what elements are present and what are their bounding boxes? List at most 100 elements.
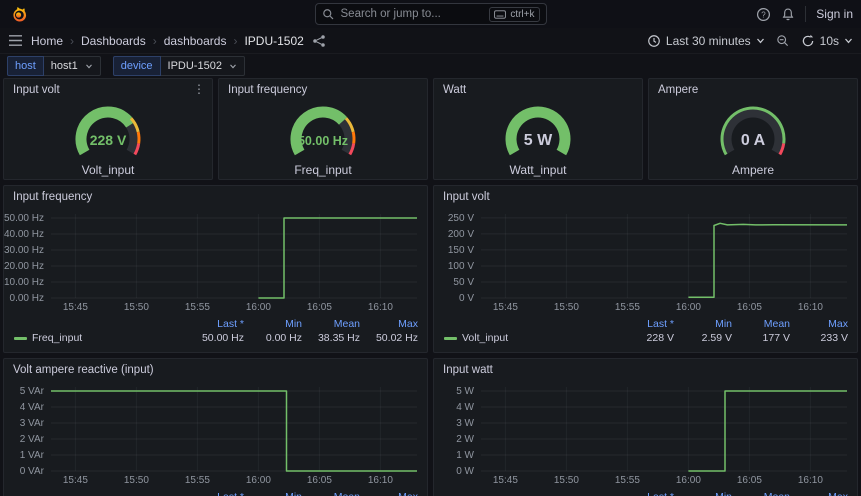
legend-header-min[interactable]: Min <box>244 318 302 330</box>
legend-header-last[interactable]: Last * <box>186 318 244 330</box>
panel-input-volt-gauge: Input volt ⋮ 228 V Volt_input <box>3 78 213 180</box>
svg-text:?: ? <box>762 10 767 19</box>
gauge-field-label: Freq_input <box>294 162 352 177</box>
series-color-swatch <box>444 336 457 340</box>
panel-title[interactable]: Input frequency <box>13 191 92 203</box>
panel-title[interactable]: Ampere <box>658 84 698 96</box>
panel-title[interactable]: Input watt <box>443 364 493 376</box>
refresh-icon <box>802 34 813 46</box>
legend-series-toggle[interactable]: Freq_input <box>14 332 186 344</box>
svg-text:15:55: 15:55 <box>615 302 640 313</box>
search-icon <box>322 8 333 19</box>
breadcrumb-dashboards[interactable]: Dashboards <box>81 34 146 48</box>
keyboard-icon <box>494 9 507 19</box>
svg-text:16:00: 16:00 <box>676 302 701 313</box>
svg-text:5 VAr: 5 VAr <box>20 386 45 397</box>
legend-header-mean[interactable]: Mean <box>732 318 790 330</box>
refresh-interval-label: 10s <box>819 33 839 48</box>
notifications-button[interactable] <box>781 7 795 22</box>
legend-header-mean[interactable]: Mean <box>302 318 360 330</box>
series-color-swatch <box>14 336 27 340</box>
search-shortcut-chip: ctrl+k <box>489 6 540 22</box>
legend-header-max[interactable]: Max <box>360 318 418 330</box>
mega-menu-button[interactable] <box>8 34 23 47</box>
series-name: Volt_input <box>462 332 509 344</box>
chevron-down-icon <box>230 63 236 68</box>
panel-menu-icon[interactable]: ⋮ <box>193 82 205 96</box>
svg-text:16:05: 16:05 <box>737 475 762 486</box>
legend-header-max[interactable]: Max <box>790 491 848 496</box>
svg-text:16:00: 16:00 <box>246 302 271 313</box>
zoom-out-button[interactable] <box>776 34 790 48</box>
panel-title[interactable]: Volt ampere reactive (input) <box>13 364 154 376</box>
dashboard-grid: Input volt ⋮ 228 V Volt_input Input freq… <box>0 78 861 496</box>
sign-in-link[interactable]: Sign in <box>816 7 853 21</box>
legend: Last * Min Mean Max Freq_input 50.00 Hz … <box>4 314 427 345</box>
legend: Last * Min Mean Max Volt_input 228 V 2.5… <box>434 314 857 345</box>
legend-header-mean[interactable]: Mean <box>732 491 790 496</box>
svg-text:5 W: 5 W <box>456 386 474 397</box>
refresh-picker[interactable]: 10s <box>801 34 853 48</box>
breadcrumb-home[interactable]: Home <box>31 34 63 48</box>
legend-header-min[interactable]: Min <box>244 491 302 496</box>
share-dashboard-button[interactable] <box>312 34 326 48</box>
legend: Last * Min Mean Max <box>4 487 427 496</box>
variable-device-label: device <box>112 56 161 76</box>
grafana-logo[interactable] <box>8 4 28 24</box>
svg-text:20.00 Hz: 20.00 Hz <box>4 261 44 272</box>
legend-series-row: Freq_input 50.00 Hz 0.00 Hz 38.35 Hz 50.… <box>14 331 418 345</box>
legend-header-row: Last * Min Mean Max <box>444 490 848 496</box>
bell-icon <box>782 8 794 20</box>
grafana-app: Search or jump to... ctrl+k ? Sign in Ho… <box>0 0 861 496</box>
gauge-field-label: Watt_input <box>509 162 567 177</box>
variable-host-dropdown[interactable]: host1 <box>43 56 101 76</box>
legend-header-last[interactable]: Last * <box>186 491 244 496</box>
svg-text:1 W: 1 W <box>456 450 474 461</box>
variable-device-dropdown[interactable]: IPDU-1502 <box>160 56 245 76</box>
svg-text:15:45: 15:45 <box>493 475 518 486</box>
svg-text:16:10: 16:10 <box>368 475 393 486</box>
svg-text:3 VAr: 3 VAr <box>20 418 45 429</box>
svg-text:15:50: 15:50 <box>124 475 149 486</box>
svg-text:15:55: 15:55 <box>615 475 640 486</box>
legend-header-max[interactable]: Max <box>790 318 848 330</box>
breadcrumb-folder[interactable]: dashboards <box>164 34 227 48</box>
legend-header-last[interactable]: Last * <box>616 491 674 496</box>
panel-input-watt-series: Input watt 15:45 15:50 15:55 16:00 16:05 16:1… <box>433 358 858 496</box>
time-range-picker[interactable]: Last 30 minutes <box>647 34 765 48</box>
legend-header-mean[interactable]: Mean <box>302 491 360 496</box>
svg-text:1 VAr: 1 VAr <box>20 450 45 461</box>
stat-max: 50.02 Hz <box>375 332 418 344</box>
svg-text:40.00 Hz: 40.00 Hz <box>4 229 44 240</box>
search-input[interactable]: Search or jump to... ctrl+k <box>314 3 547 25</box>
stat-min: 0.00 Hz <box>265 332 302 344</box>
svg-text:15:50: 15:50 <box>554 302 579 313</box>
search-placeholder: Search or jump to... <box>340 8 441 20</box>
panel-title[interactable]: Input frequency <box>228 84 307 96</box>
panel-title[interactable]: Input volt <box>443 191 490 203</box>
svg-text:16:10: 16:10 <box>368 302 393 313</box>
legend-header-row: Last * Min Mean Max <box>14 490 418 496</box>
gauge-arc: 228 V <box>75 106 141 155</box>
legend-header-last[interactable]: Last * <box>616 318 674 330</box>
top-nav: Search or jump to... ctrl+k ? Sign in <box>0 0 861 28</box>
stat-last: 50.00 Hz <box>201 332 244 344</box>
help-button[interactable]: ? <box>756 7 771 22</box>
search-shortcut-label: ctrl+k <box>510 8 535 20</box>
svg-text:16:00: 16:00 <box>676 475 701 486</box>
variable-host-label: host <box>7 56 44 76</box>
gauge-field-label: Ampere <box>731 162 775 177</box>
legend: Last * Min Mean Max <box>434 487 857 496</box>
variable-device-value: IPDU-1502 <box>167 60 222 72</box>
legend-header-min[interactable]: Min <box>674 318 732 330</box>
legend-header-min[interactable]: Min <box>674 491 732 496</box>
svg-text:30.00 Hz: 30.00 Hz <box>4 245 44 256</box>
breadcrumb-separator: › <box>233 33 238 48</box>
legend-header-max[interactable]: Max <box>360 491 418 496</box>
svg-text:16:05: 16:05 <box>307 302 332 313</box>
panel-title[interactable]: Watt <box>443 84 466 96</box>
svg-text:5 W: 5 W <box>524 132 553 149</box>
panel-title[interactable]: Input volt <box>13 84 60 96</box>
legend-series-toggle[interactable]: Volt_input <box>444 332 616 344</box>
chevron-down-icon <box>756 38 764 43</box>
